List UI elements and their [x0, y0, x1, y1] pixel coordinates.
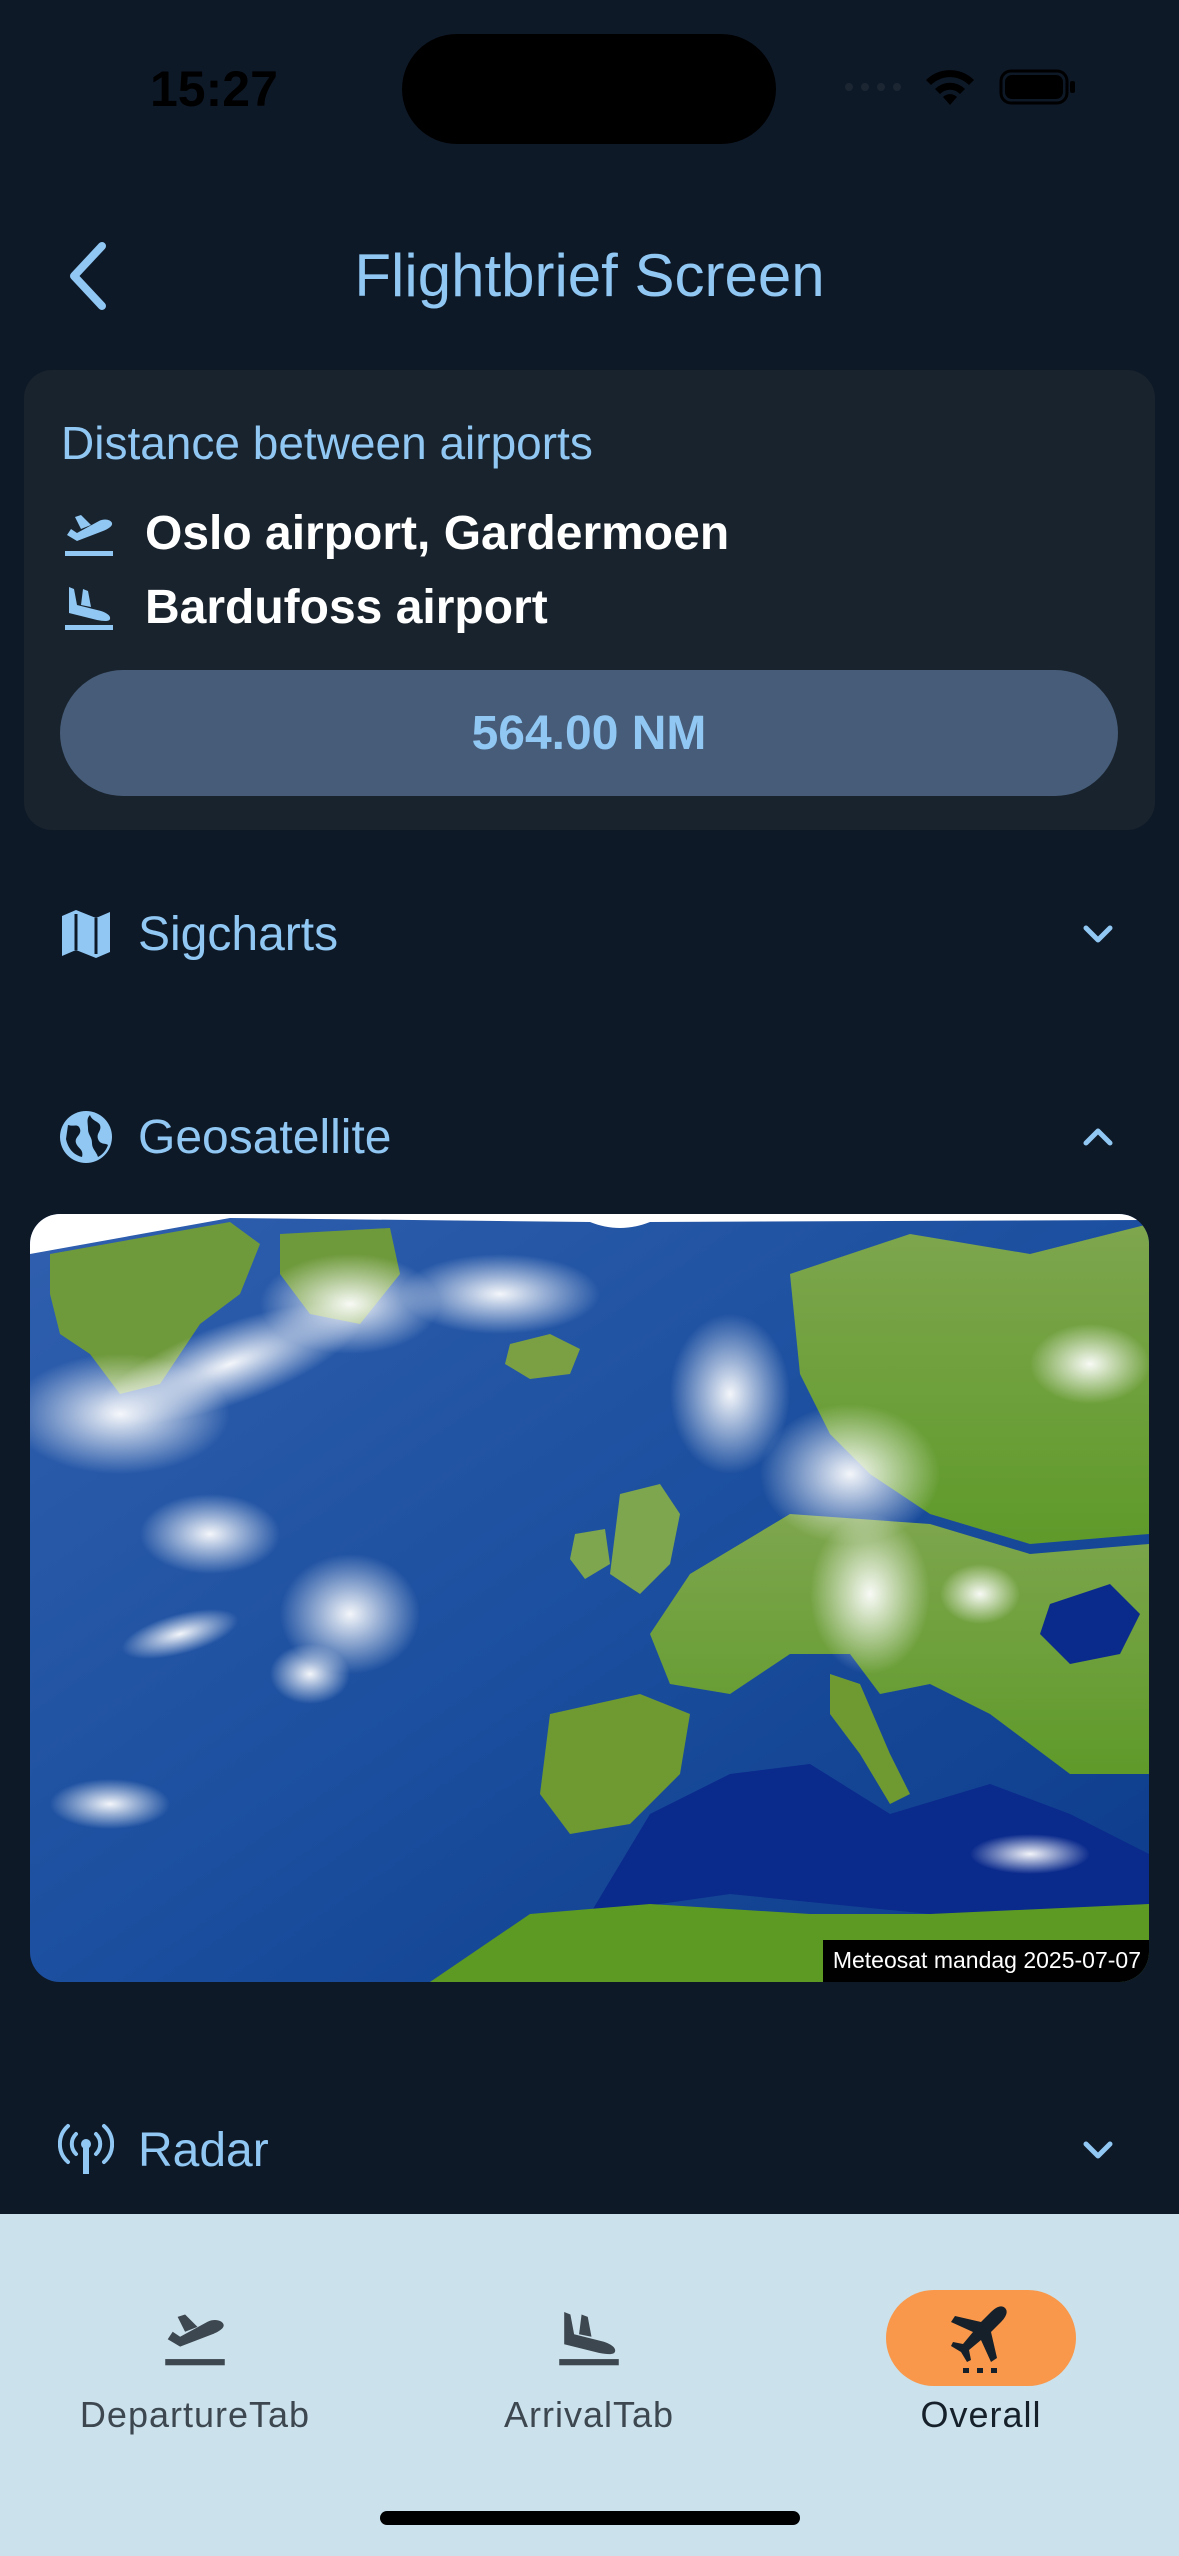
nav-label: ArrivalTab: [503, 2394, 675, 2435]
cellular-signal-icon: [845, 83, 901, 91]
distance-card: Distance between airports Oslo airport, …: [24, 370, 1155, 830]
arrival-airport-name: Bardufoss airport: [145, 581, 548, 634]
flight-takeoff-icon: [65, 514, 113, 556]
status-time: 15:27: [150, 61, 278, 117]
airplane-icon: [951, 2306, 1007, 2373]
section-radar[interactable]: Radar: [58, 2110, 1120, 2190]
chevron-down-icon[interactable]: [1076, 912, 1120, 956]
page-title: Flightbrief Screen: [354, 242, 825, 309]
section-sigcharts[interactable]: Sigcharts: [58, 894, 1120, 974]
nav-icon-container: [494, 2290, 684, 2386]
nav-label: DepartureTab: [79, 2394, 311, 2435]
nav-arrival-tab[interactable]: ArrivalTab: [424, 2254, 754, 2435]
battery-icon: [999, 69, 1075, 105]
flight-land-icon: [65, 586, 113, 630]
departure-airport-row: Oslo airport, Gardermoen: [61, 506, 729, 561]
chevron-up-icon[interactable]: [1076, 1115, 1120, 1159]
distance-card-title: Distance between airports: [61, 417, 593, 469]
satellite-map: [30, 1214, 1149, 1982]
nav-departure-tab[interactable]: DepartureTab: [30, 2254, 360, 2435]
distance-value: 564.00 NM: [60, 670, 1118, 796]
globe-icon: [60, 1111, 112, 1163]
dynamic-island: [402, 34, 776, 144]
map-icon: [62, 910, 110, 958]
home-indicator[interactable]: [380, 2511, 800, 2525]
flight-land-icon: [559, 2311, 619, 2366]
chevron-down-icon[interactable]: [1076, 2128, 1120, 2172]
bottom-navigation: DepartureTab ArrivalTab Overall: [0, 2214, 1179, 2556]
antenna-icon: [58, 2124, 114, 2174]
departure-airport-name: Oslo airport, Gardermoen: [145, 507, 730, 560]
nav-overall-tab[interactable]: Overall: [816, 2254, 1146, 2435]
satellite-image[interactable]: Meteosat mandag 2025-07-07: [30, 1214, 1149, 1982]
status-icons: [845, 62, 1077, 112]
arrival-airport-row: Bardufoss airport: [61, 580, 548, 635]
section-label: Radar: [138, 2123, 269, 2177]
nav-label: Overall: [920, 2394, 1042, 2435]
nav-icon-container-active: [886, 2290, 1076, 2386]
flight-takeoff-icon: [165, 2314, 225, 2366]
satellite-caption: Meteosat mandag 2025-07-07: [822, 1940, 1149, 1982]
section-label: Geosatellite: [138, 1110, 392, 1164]
nav-icon-container: [100, 2290, 290, 2386]
section-label: Sigcharts: [138, 907, 339, 961]
section-geosatellite[interactable]: Geosatellite: [58, 1097, 1120, 1177]
wifi-icon: [926, 70, 974, 105]
